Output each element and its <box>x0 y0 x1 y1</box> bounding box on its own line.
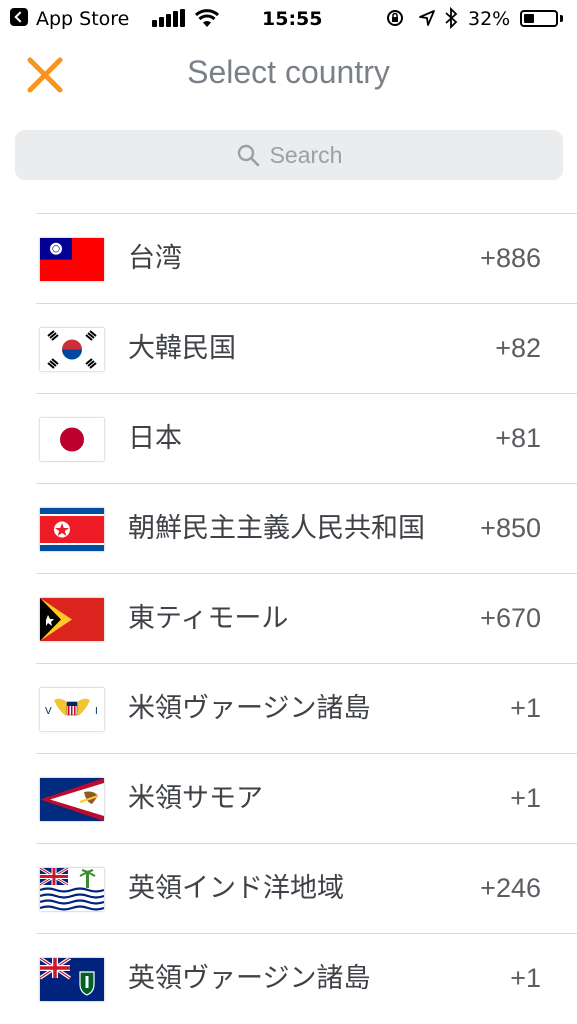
bluetooth-icon <box>445 7 458 29</box>
list-item[interactable]: 大韓民国 +82 <box>36 303 577 393</box>
dial-code: +1 <box>510 963 541 993</box>
list-item[interactable]: 米領サモア +1 <box>36 753 577 843</box>
country-name: 台湾 <box>128 242 182 274</box>
british-indian-ocean-territory-flag-icon <box>40 868 104 911</box>
country-name: 大韓民国 <box>128 332 236 364</box>
country-name: 東ティモール <box>128 602 289 634</box>
orientation-lock-icon <box>387 10 403 26</box>
country-name: 米領ヴァージン諸島 <box>128 692 371 724</box>
dial-code: +82 <box>495 333 541 363</box>
dial-code: +886 <box>480 243 541 273</box>
svg-text:I: I <box>95 706 98 717</box>
list-item[interactable]: 英領ヴァージン諸島 +1 <box>36 933 577 1023</box>
cellular-signal-icon <box>152 9 186 27</box>
taiwan-flag-icon <box>40 238 104 281</box>
country-name: 英領ヴァージン諸島 <box>128 962 371 994</box>
country-list: 台湾 +886 大韓民国 +82 日本 +81 朝鮮民主主義人民共和国 +850… <box>0 213 577 1023</box>
list-item[interactable]: 日本 +81 <box>36 393 577 483</box>
list-item[interactable]: 東ティモール +670 <box>36 573 577 663</box>
dial-code: +1 <box>510 783 541 813</box>
dial-code: +670 <box>480 603 541 633</box>
dial-code: +246 <box>480 873 541 903</box>
dial-code: +81 <box>495 423 541 453</box>
country-name: 日本 <box>128 422 182 454</box>
battery-percent: 32% <box>468 8 511 30</box>
south-korea-flag-icon <box>40 328 104 371</box>
british-virgin-islands-flag-icon <box>40 958 104 1001</box>
location-arrow-icon <box>419 10 435 26</box>
search-icon <box>237 144 259 167</box>
back-app-label[interactable]: App Store <box>36 8 129 30</box>
list-item[interactable]: 朝鮮民主主義人民共和国 +850 <box>36 483 577 573</box>
search-placeholder: Search <box>269 141 343 168</box>
svg-text:V: V <box>45 706 52 717</box>
country-name: 英領インド洋地域 <box>128 872 344 904</box>
battery-nub <box>560 15 563 22</box>
japan-flag-icon <box>40 418 104 461</box>
clock: 15:55 <box>262 8 323 30</box>
country-name: 米領サモア <box>128 782 263 814</box>
east-timor-flag-icon <box>40 598 104 641</box>
list-item[interactable]: 台湾 +886 <box>36 213 577 303</box>
dial-code: +850 <box>480 513 541 543</box>
page-title: Select country <box>187 54 390 90</box>
dial-code: +1 <box>510 693 541 723</box>
american-samoa-flag-icon <box>40 778 104 821</box>
country-name: 朝鮮民主主義人民共和国 <box>128 512 425 544</box>
us-virgin-islands-flag-icon: VI <box>40 688 104 731</box>
search-input[interactable]: Search <box>15 130 563 180</box>
status-bar: App Store 15:55 32% <box>0 0 577 40</box>
list-item[interactable]: 英領インド洋地域 +246 <box>36 843 577 933</box>
back-to-app-icon[interactable] <box>10 8 28 26</box>
list-item[interactable]: VI 米領ヴァージン諸島 +1 <box>36 663 577 753</box>
wifi-icon <box>194 9 220 27</box>
battery-icon <box>520 10 558 27</box>
north-korea-flag-icon <box>40 508 104 551</box>
